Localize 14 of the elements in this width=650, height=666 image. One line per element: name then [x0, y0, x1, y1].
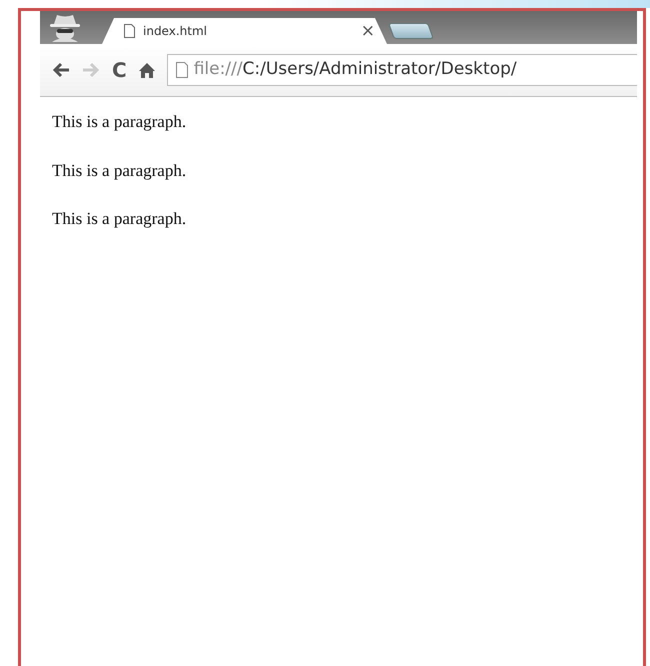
document-icon	[176, 62, 188, 78]
home-icon[interactable]	[138, 62, 155, 78]
browser-tab[interactable]: index.html ×	[102, 18, 387, 44]
reload-button[interactable]: C	[112, 60, 127, 80]
new-tab-button[interactable]	[388, 23, 434, 39]
paragraph: This is a paragraph.	[52, 160, 188, 182]
paragraph: This is a paragraph.	[52, 111, 188, 133]
tab-title: index.html	[143, 23, 208, 40]
incognito-icon	[48, 12, 82, 42]
paragraph: This is a paragraph.	[52, 208, 188, 230]
back-button[interactable]	[52, 62, 70, 78]
close-tab-button[interactable]: ×	[360, 22, 375, 40]
document-icon	[124, 24, 135, 38]
address-bar[interactable]: file:///C:/Users/Administrator/Desktop/	[166, 54, 637, 86]
